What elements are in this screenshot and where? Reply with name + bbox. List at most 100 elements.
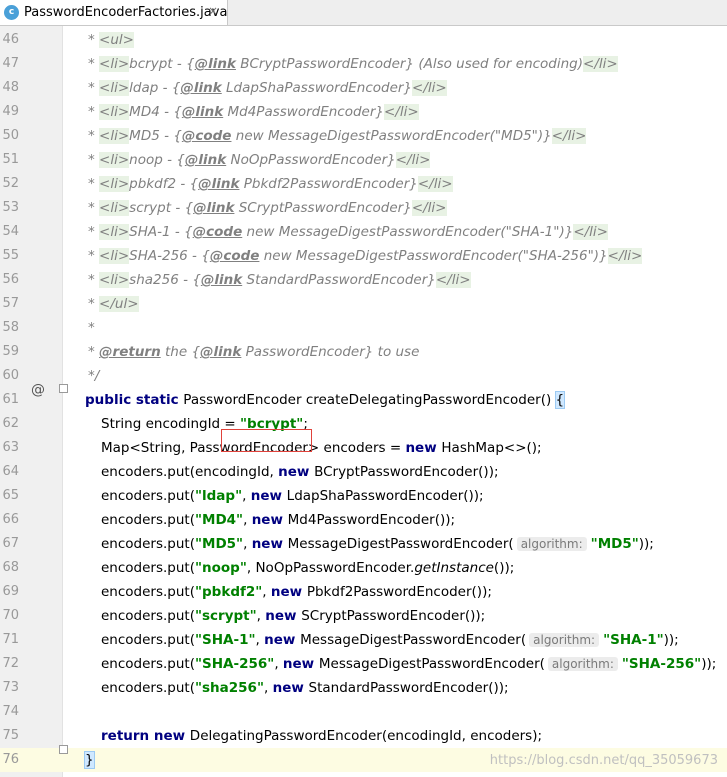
code-token: Md4PasswordEncoder [223,104,376,120]
code-token: ()); [493,560,515,576]
code-text: encoders.put("noop", NoOpPasswordEncoder… [101,560,514,576]
code-line[interactable]: 46 * <ul> [0,28,727,52]
java-class-icon: c [4,5,19,20]
code-token: } [375,104,384,120]
code-token: * [88,224,100,240]
code-token: encoders.put( [101,632,195,648]
code-token: , NoOpPasswordEncoder. [246,560,415,576]
code-token: @code [181,128,232,144]
code-text: * <li>SHA-256 - {@code new MessageDigest… [88,248,643,264]
code-token: StandardPasswordEncoder()); [308,680,509,696]
code-token: SCryptPasswordEncoder()); [301,608,486,624]
code-line[interactable]: 66 encoders.put("MD4", new Md4PasswordEnc… [0,508,727,532]
code-text: * <li>MD4 - {@link Md4PasswordEncoder}</… [88,104,419,120]
code-line[interactable]: 65 encoders.put("ldap", new LdapShaPasswo… [0,484,727,508]
code-token: "SHA-1" [194,632,256,648]
code-token: , [255,632,265,648]
code-token: String encodingId = [101,416,241,432]
code-token: </li> [607,248,643,264]
code-line[interactable]: 56 * <li>sha256 - {@link StandardPassword… [0,268,727,292]
code-text: public static PasswordEncoder createDele… [85,391,566,409]
code-line[interactable]: 55 * <li>SHA-256 - {@code new MessageDige… [0,244,727,268]
code-token: PasswordEncoder [241,344,365,360]
code-token: */ [88,368,100,384]
code-text: * </ul> [88,296,139,312]
line-number: 70 [2,608,19,623]
code-token: new [251,512,288,528]
code-token: } [427,272,436,288]
code-token: new [270,584,307,600]
code-token: </li> [435,272,471,288]
fold-end-icon[interactable] [59,745,68,754]
code-editor[interactable]: 46 * <ul> 47 * <li>bcrypt - {@link BCryptPa… [0,26,727,777]
parameter-hint: algorithm: [547,657,618,671]
line-number: 73 [2,680,19,695]
line-number: 68 [2,560,19,575]
code-token: , [243,512,252,528]
code-line[interactable]: 70 encoders.put("scrypt", new SCryptPassw… [0,604,727,628]
code-token: <li> [99,248,130,264]
code-line[interactable]: 59 * @return the {@link PasswordEncoder} … [0,340,727,364]
fold-method-icon[interactable] [59,384,68,393]
code-token: new MessageDigestPasswordEncoder("SHA-1"… [242,224,574,240]
line-number: 74 [2,704,19,719]
line-number: 61 [2,392,19,407]
code-token: MD5 - { [129,128,182,144]
code-token: "SHA-256" [194,656,275,672]
line-number: 55 [2,248,19,263]
code-line[interactable]: 61 public static PasswordEncoder createDe… [0,388,727,412]
code-line[interactable]: 62 String encodingId = "bcrypt"; [0,412,727,436]
code-token: "pbkdf2" [194,584,263,600]
code-token: * [88,152,100,168]
code-token: <li> [99,104,130,120]
code-line[interactable]: 73 encoders.put("sha256", new StandardPas… [0,676,727,700]
code-line[interactable]: 69 encoders.put("pbkdf2", new Pbkdf2Passw… [0,580,727,604]
code-line[interactable]: 53 * <li>scrypt - {@link SCryptPasswordEn… [0,196,727,220]
code-token: getInstance [414,560,494,576]
code-line[interactable]: 71 encoders.put("SHA-1", new MessageDiges… [0,628,727,652]
code-text: * <li>scrypt - {@link SCryptPasswordEnco… [88,200,447,216]
code-line[interactable]: 58 * [0,316,727,340]
code-token: StandardPasswordEncoder [242,272,428,288]
code-token: SHA-1 - { [129,224,193,240]
code-line[interactable]: 60 */ [0,364,727,388]
code-line[interactable]: 47 * <li>bcrypt - {@link BCryptPasswordEn… [0,52,727,76]
line-number: 71 [2,632,19,647]
code-line[interactable]: 75 return new DelegatingPasswordEncoder(e… [0,724,727,748]
code-line[interactable]: 63 Map<String, PasswordEncoder> encoders … [0,436,727,460]
code-line[interactable]: 74 [0,700,727,724]
code-token: "sha256" [194,680,264,696]
code-token: } (Also used for encoding) [405,56,584,72]
code-line[interactable]: 57 * </ul> [0,292,727,316]
close-tab-icon[interactable]: × [208,4,218,18]
code-token: * [88,344,100,360]
code-text: encoders.put(encodingId, new BCryptPassw… [101,464,499,480]
line-number: 54 [2,224,19,239]
file-tab[interactable]: c PasswordEncoderFactories.java × [0,0,228,25]
code-line[interactable]: 67 encoders.put("MD5", new MessageDigestP… [0,532,727,556]
line-number: 57 [2,296,19,311]
code-line[interactable]: 51 * <li>noop - {@link NoOpPasswordEncode… [0,148,727,172]
code-token: "noop" [194,560,247,576]
code-token: <li> [99,56,130,72]
code-line[interactable]: 72 encoders.put("SHA-256", new MessageDig… [0,652,727,676]
code-text: encoders.put("pbkdf2", new Pbkdf2Passwor… [101,584,492,600]
code-line[interactable]: 54 * <li>SHA-1 - {@code new MessageDigest… [0,220,727,244]
code-token: MD4 - { [129,104,182,120]
code-line[interactable]: 49 * <li>MD4 - {@link Md4PasswordEncoder}… [0,100,727,124]
code-token: BCryptPasswordEncoder [235,56,406,72]
code-token: @link [184,152,227,168]
code-token: new [272,680,309,696]
code-token: "scrypt" [194,608,257,624]
code-token: @link [180,80,222,96]
code-token: scrypt - { [129,200,194,216]
code-token: @link [193,200,235,216]
override-marker-icon[interactable]: @ [31,382,45,398]
code-line[interactable]: 68 encoders.put("noop", NoOpPasswordEncod… [0,556,727,580]
code-line[interactable]: 52 * <li>pbkdf2 - {@link Pbkdf2PasswordEn… [0,172,727,196]
code-token: * [88,176,100,192]
code-line[interactable]: 50 * <li>MD5 - {@code new MessageDigestPa… [0,124,727,148]
code-line[interactable]: 64 encoders.put(encodingId, new BCryptPas… [0,460,727,484]
code-line[interactable]: 48 * <li>ldap - {@link LdapShaPasswordEnc… [0,76,727,100]
code-token: SCryptPasswordEncoder [234,200,404,216]
